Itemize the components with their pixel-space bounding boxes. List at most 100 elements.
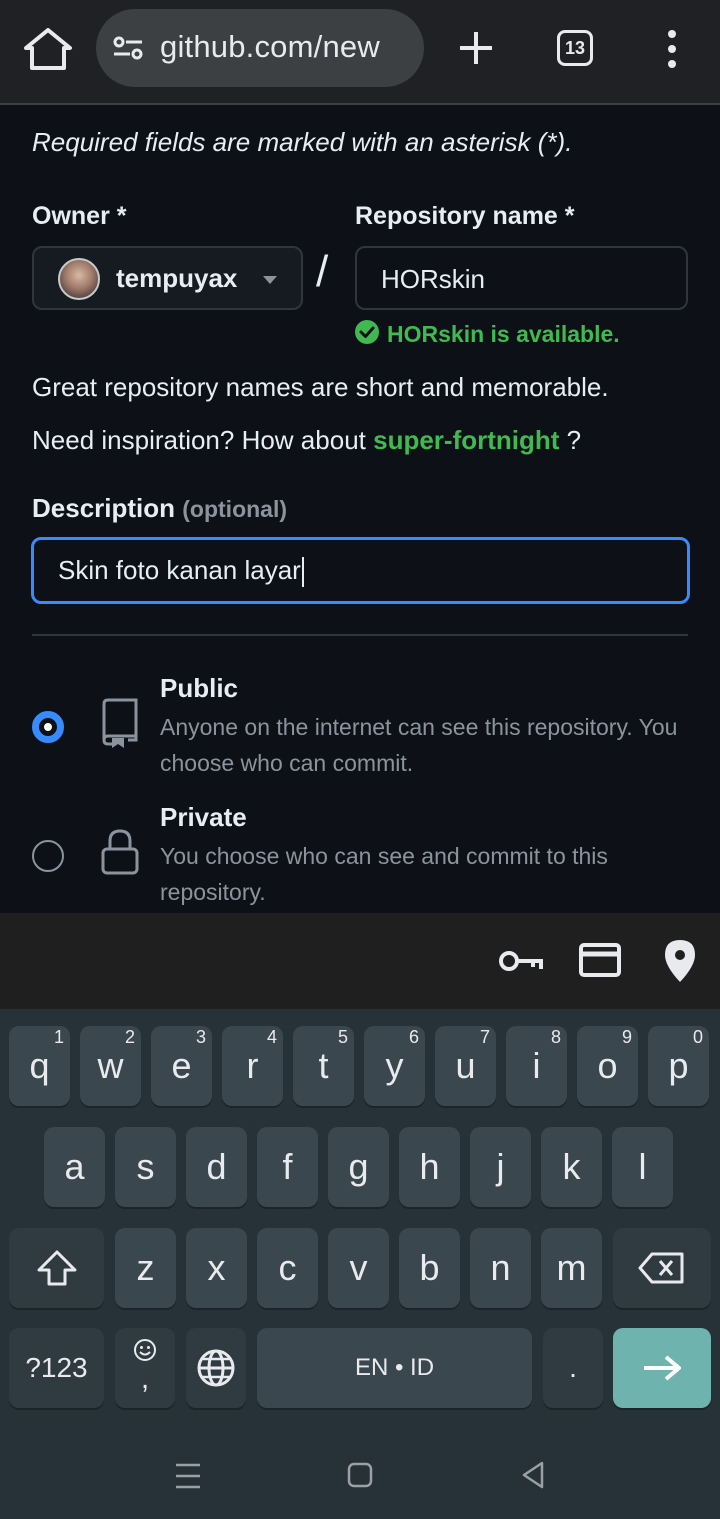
inspiration-line: Need inspiration? How about super-fortni… [32,425,581,456]
owner-select[interactable]: tempuyax [32,246,303,310]
lock-icon [100,827,140,877]
key-s[interactable]: s [115,1127,176,1207]
key-x[interactable]: x [186,1228,247,1308]
inspiration-suffix: ? [566,425,582,455]
key-label: u [455,1045,476,1086]
key-b[interactable]: b [399,1228,460,1308]
key-v[interactable]: v [328,1228,389,1308]
key-hint-number: 9 [621,1027,632,1047]
key-i[interactable]: 8i [506,1026,567,1106]
key-e[interactable]: 3e [151,1026,212,1106]
new-tab-icon[interactable] [456,26,496,70]
owner-label: Owner * [32,202,127,230]
repo-name-label: Repository name * [355,202,575,230]
key-n[interactable]: n [470,1228,531,1308]
key-label: t [318,1045,329,1086]
required-note: Required fields are marked with an aster… [32,127,573,157]
key-j[interactable]: j [470,1127,531,1207]
key-label: r [246,1045,259,1086]
description-label-text: Description [32,493,176,523]
emoji-comma-key[interactable]: , [115,1328,175,1408]
private-description: You choose who can see and commit to thi… [160,843,608,905]
key-y[interactable]: 6y [364,1026,425,1106]
key-k[interactable]: k [541,1127,602,1207]
divider [32,634,688,636]
name-suggestion-link[interactable]: super-fortnight [373,425,559,455]
key-hint-number: 3 [195,1027,206,1047]
chevron-down-icon [263,276,277,284]
text-cursor [301,557,304,588]
description-label: Description (optional) [32,493,287,524]
repo-name-input[interactable]: HORskin [355,246,688,310]
system-nav-bar [0,1433,720,1519]
key-w[interactable]: 2w [80,1026,141,1106]
comma-label: , [140,1362,150,1395]
home-icon[interactable] [22,26,74,72]
on-screen-keyboard: 1q2w3e4r5t6y7u8i9o0p asdfghjkl zxcvbnm ?… [0,1009,720,1519]
key-hint-number: 5 [337,1027,348,1047]
key-hint-number: 1 [53,1027,64,1047]
avatar [58,258,100,300]
language-globe-icon[interactable] [186,1328,246,1408]
key-q[interactable]: 1q [9,1026,70,1106]
key-h[interactable]: h [399,1127,460,1207]
key-hint-number: 7 [479,1027,490,1047]
location-pin-icon[interactable] [663,938,697,989]
private-title: Private [160,802,247,832]
key-g[interactable]: g [328,1127,389,1207]
key-hint-number: 6 [408,1027,419,1047]
key-d[interactable]: d [186,1127,247,1207]
credit-card-icon[interactable] [579,941,621,986]
key-o[interactable]: 9o [577,1026,638,1106]
tab-switcher-button[interactable]: 13 [557,30,593,66]
backspace-key[interactable] [613,1228,711,1308]
space-key[interactable]: EN • ID [257,1328,532,1408]
key-u[interactable]: 7u [435,1026,496,1106]
key-hint-number: 4 [266,1027,277,1047]
key-label: y [385,1045,404,1086]
url-text[interactable]: github.com/new [160,29,380,65]
repo-name-value: HORskin [381,264,486,294]
symbols-key[interactable]: ?123 [9,1328,104,1408]
more-menu-icon[interactable] [658,28,686,70]
repo-name-help: Great repository names are short and mem… [32,372,609,402]
key-label: q [29,1045,50,1086]
key-hint-number: 2 [124,1027,135,1047]
key-f[interactable]: f [257,1127,318,1207]
key-l[interactable]: l [612,1127,673,1207]
period-key[interactable]: . [543,1328,603,1408]
back-nav-icon[interactable] [520,1461,546,1494]
private-radio[interactable] [32,840,64,872]
key-icon[interactable] [497,941,543,986]
enter-key[interactable] [613,1328,711,1408]
owner-repo-separator: / [316,247,329,296]
recents-icon[interactable] [174,1461,202,1496]
key-hint-number: 8 [550,1027,561,1047]
autofill-bar [0,913,720,1009]
key-label: i [532,1045,541,1086]
public-title: Public [160,673,239,703]
site-settings-icon[interactable] [112,34,144,62]
key-z[interactable]: z [115,1228,176,1308]
home-nav-icon[interactable] [347,1462,373,1493]
key-label: e [171,1045,192,1086]
description-value: Skin foto kanan layar [58,555,304,588]
check-circle-icon [355,320,379,344]
key-label: o [597,1045,618,1086]
key-hint-number: 0 [692,1027,703,1047]
description-input[interactable]: Skin foto kanan layar [31,537,690,604]
repo-icon [100,698,140,748]
key-m[interactable]: m [541,1228,602,1308]
availability-text: HORskin is available. [387,321,620,347]
key-p[interactable]: 0p [648,1026,709,1106]
key-a[interactable]: a [44,1127,105,1207]
public-description: Anyone on the internet can see this repo… [160,714,678,776]
public-radio[interactable] [32,711,64,743]
browser-toolbar: github.com/new 13 [0,0,720,105]
key-t[interactable]: 5t [293,1026,354,1106]
key-r[interactable]: 4r [222,1026,283,1106]
address-bar[interactable]: github.com/new [96,9,424,87]
shift-key[interactable] [9,1228,104,1308]
key-c[interactable]: c [257,1228,318,1308]
inspiration-prefix: Need inspiration? How about [32,425,366,455]
